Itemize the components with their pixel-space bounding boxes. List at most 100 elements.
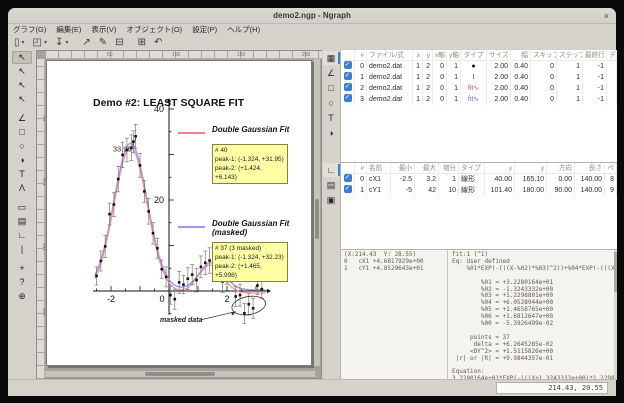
- gauss-tool[interactable]: Λ: [12, 182, 32, 195]
- row-checkbox[interactable]: ✓: [344, 61, 352, 69]
- tab-text-list[interactable]: T: [323, 111, 339, 125]
- column-header: 最大: [415, 163, 439, 173]
- legend-label[interactable]: Double Gaussian Fit: [212, 125, 289, 134]
- fit-panel-scrollbar[interactable]: [614, 250, 617, 380]
- table-row[interactable]: ✓1demo2.dat1201I2.000.4001-1: [341, 72, 617, 83]
- evaluate-tool[interactable]: ?: [12, 276, 32, 289]
- column-header: 幅: [511, 50, 531, 60]
- menu-item-5[interactable]: ヘルプ(H): [222, 24, 265, 35]
- menu-item-4[interactable]: 設定(P): [187, 24, 222, 35]
- dropdown-caret-icon[interactable]: ▾: [44, 39, 47, 46]
- mark-tool[interactable]: ◑: [12, 154, 32, 167]
- dropdown-caret-icon[interactable]: ▾: [65, 39, 68, 46]
- print-button[interactable]: ⊟: [112, 36, 126, 49]
- cell-skip: 0: [531, 61, 557, 72]
- cell-width: 0.40: [511, 72, 531, 83]
- fit-result-panel[interactable]: fit:1 (^1) Eq: User defined %01*EXP(-(((…: [449, 250, 617, 380]
- data-pointer-tool[interactable]: ↖: [12, 93, 32, 106]
- table-row[interactable]: ✓3demo2.dat1201fit∿2.000.4001-1: [341, 94, 617, 105]
- scale-button[interactable]: ↗: [79, 36, 93, 49]
- column-header: タイプ: [461, 50, 487, 60]
- cell-size: 2.00: [487, 72, 511, 83]
- table-row[interactable]: ✓2demo2.dat1201fit∿2.000.4001-1: [341, 83, 617, 94]
- dropdown-caret-icon[interactable]: ▾: [22, 39, 25, 46]
- cell-inc: 1: [439, 174, 459, 185]
- cell-step: 1: [557, 83, 583, 94]
- palette-separator: [8, 256, 36, 261]
- row-checkbox[interactable]: ✓: [344, 185, 352, 193]
- arc-tool[interactable]: ○: [12, 140, 32, 153]
- cell-x: 1: [413, 94, 423, 105]
- calc-button[interactable]: ⊞: [135, 36, 149, 49]
- canvas-horizontal-scrollbar[interactable]: [45, 371, 315, 377]
- column-header: 長さ: [575, 163, 605, 173]
- line-tool[interactable]: ∠: [12, 112, 32, 125]
- close-icon[interactable]: ×: [604, 11, 609, 21]
- menu-item-3[interactable]: オブジェクト(O): [121, 24, 187, 35]
- column-header: 最終行: [583, 50, 607, 60]
- text-tool[interactable]: T: [12, 168, 32, 181]
- column-header: 最小: [391, 163, 415, 173]
- svg-text:2: 2: [224, 294, 229, 304]
- data-point-tool[interactable]: +: [12, 262, 32, 275]
- new-graph-button[interactable]: ▯▾: [11, 36, 28, 49]
- fit-result-box[interactable]: # 40peak-1: (-1.324, +31.95)peak-2: (+1.…: [212, 144, 288, 184]
- scale-button-icon: ↗: [82, 36, 90, 49]
- title-bar[interactable]: demo2.ngp - Ngraph ×: [8, 8, 616, 24]
- canvas-vertical-scrollbar[interactable]: [314, 59, 320, 366]
- tab-group-spacer: [322, 140, 340, 162]
- column-header: #: [355, 163, 367, 173]
- tab-rectangle-list[interactable]: □: [323, 81, 339, 95]
- file-list-table: #ファイル/式xyx軸y軸タイプサイズ幅スキップステップ最終行デー✓0demo2…: [341, 50, 617, 163]
- column-header: デー: [607, 50, 617, 60]
- table-row[interactable]: ✓0cX1-2.53.21線形40.00165.100.00140.008: [341, 174, 617, 185]
- axis-pointer-tool[interactable]: ↖: [12, 79, 32, 92]
- scrollbar-thumb[interactable]: [145, 372, 215, 376]
- cell-yax: 1: [447, 61, 461, 72]
- row-checkbox[interactable]: ✓: [344, 72, 352, 80]
- legend-pointer-tool[interactable]: ↖: [12, 65, 32, 78]
- tab-arc-list[interactable]: ○: [323, 96, 339, 110]
- tab-data-list[interactable]: ▦: [323, 51, 339, 65]
- row-checkbox[interactable]: ✓: [344, 174, 352, 182]
- coordinate-readout: (X:214.43 Y: 28.55) 0 cX1 +4.6817929e+00…: [341, 250, 447, 273]
- scrollbar-thumb[interactable]: [315, 199, 319, 239]
- tab-mark-list[interactable]: ◑: [323, 126, 339, 140]
- fit-result-box[interactable]: # 37 (3 masked)peak-1: (-1.324, +32.23)p…: [212, 242, 288, 282]
- rectangle-tool[interactable]: □: [12, 126, 32, 139]
- frame-graph-tool[interactable]: ▭: [12, 201, 32, 214]
- fit-result-box-line: peak-1: (-1.324, +31.95): [215, 155, 285, 164]
- checkbox-column-header: [341, 163, 355, 173]
- save-graph-button[interactable]: ↧▾: [52, 36, 71, 49]
- zoom-tool[interactable]: ⊕: [12, 290, 32, 303]
- table-row[interactable]: ✓0demo2.dat1201●2.000.4001-1: [341, 61, 617, 72]
- menu-item-2[interactable]: 表示(V): [86, 24, 121, 35]
- ruler-label: 200: [302, 52, 310, 58]
- open-graph-button[interactable]: ◰▾: [30, 36, 50, 49]
- tab-merge-list[interactable]: ▤: [323, 178, 339, 192]
- cell-id: 3: [355, 94, 367, 105]
- single-axis-tool[interactable]: |: [12, 243, 32, 256]
- palette-separator: [8, 195, 36, 200]
- checkbox-cell: ✓: [341, 174, 355, 185]
- point-tool[interactable]: ↖: [12, 51, 32, 64]
- cross-graph-tool[interactable]: ∟: [12, 229, 32, 242]
- clear-button[interactable]: ✎: [96, 36, 110, 49]
- cell-y: 2: [423, 72, 433, 83]
- tab-line-list[interactable]: ∠: [323, 66, 339, 80]
- tab-parameter-list[interactable]: ▣: [323, 193, 339, 207]
- scrollbar-thumb[interactable]: [614, 252, 617, 292]
- row-checkbox[interactable]: ✓: [344, 94, 352, 102]
- menu-item-1[interactable]: 編集(E): [51, 24, 86, 35]
- masked-data-label[interactable]: masked data: [160, 317, 202, 324]
- graph-page[interactable]: Demo #2: LEAST SQUARE FIT -202204033.99 …: [46, 60, 312, 366]
- row-checkbox[interactable]: ✓: [344, 83, 352, 91]
- menu-item-0[interactable]: グラフ(G): [8, 24, 51, 35]
- cell-width: 0.40: [511, 83, 531, 94]
- table-row[interactable]: ✓1cY1-54210線形101.40180.0090.00140.009: [341, 185, 617, 196]
- table-header-row: #名前最小最大増分タイプxy方向長さペ: [341, 163, 617, 174]
- section-graph-tool[interactable]: ▤: [12, 215, 32, 228]
- tab-axis-list[interactable]: ∟: [323, 163, 339, 177]
- undo-button[interactable]: ↶: [151, 36, 165, 49]
- legend-label[interactable]: Double Gaussian Fit (masked): [212, 219, 289, 237]
